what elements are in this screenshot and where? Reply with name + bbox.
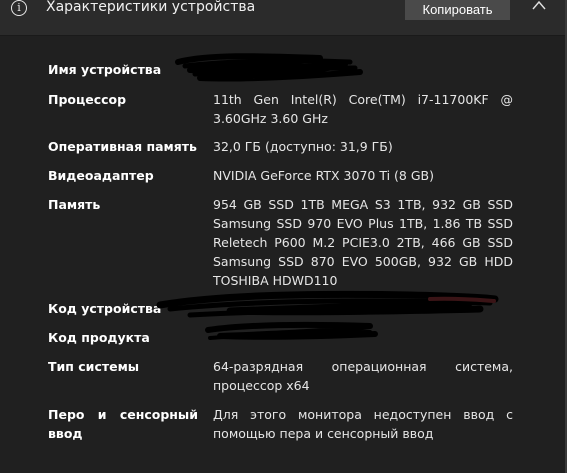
section-title: Характеристики устройства <box>46 0 256 15</box>
specs-header[interactable]: i Характеристики устройства Копировать <box>0 0 567 36</box>
spec-value[interactable]: NVIDIA GeForce RTX 3070 Ti (8 GB) <box>213 166 513 185</box>
copy-button[interactable]: Копировать <box>405 0 510 20</box>
spec-value-line: Samsung SSD 970 EVO Plus 1TB, 1.86 TB SS… <box>213 216 513 231</box>
spec-label: Память <box>48 197 101 212</box>
spec-label: Оперативная память <box>48 139 197 154</box>
spec-label: Код устройства <box>48 301 162 316</box>
chevron-up-icon[interactable] <box>531 0 547 11</box>
spec-label-line: Перо и сенсорный <box>48 407 198 422</box>
spec-value-line: 64-разрядная операционная система, <box>213 359 513 374</box>
spec-value-line: 3.60GHz 3.60 GHz <box>213 111 328 126</box>
info-icon: i <box>11 0 27 16</box>
spec-value[interactable]: 64-разрядная операционная система, проце… <box>213 357 513 395</box>
spec-value-line: помощью пера и сенсорный ввод <box>213 426 434 441</box>
spec-label: Тип системы <box>48 359 140 374</box>
spec-value[interactable]: 954 GB SSD 1TB MEGA S3 1TB, 932 GB SSD S… <box>213 195 513 290</box>
spec-value-line: TOSHIBA HDWD110 <box>213 273 338 288</box>
device-specs-panel: i Характеристики устройства Копировать И… <box>0 0 567 473</box>
spec-value[interactable]: Для этого монитора недоступен ввод с пом… <box>213 405 513 443</box>
spec-value-line: Для этого монитора недоступен ввод с <box>213 407 513 422</box>
spec-value[interactable]: 32,0 ГБ (доступно: 31,9 ГБ) <box>213 137 513 156</box>
spec-label: Перо и сенсорный ввод <box>48 405 198 443</box>
spec-label: Процессор <box>48 92 127 107</box>
spec-value[interactable]: 11th Gen Intel(R) Core(TM) i7-11700KF @ … <box>213 90 513 128</box>
spec-label: Видеоадаптер <box>48 168 154 183</box>
spec-value-line: Reletech P600 M.2 PCIE3.0 2TB, 466 GB SS… <box>213 235 513 250</box>
spec-value-line: 11th Gen Intel(R) Core(TM) i7-11700KF @ <box>213 92 513 107</box>
spec-value-line: Samsung SSD 870 EVO 500GB, 932 GB HDD <box>213 254 513 269</box>
spec-label-line: ввод <box>48 426 83 441</box>
spec-value-line: 954 GB SSD 1TB MEGA S3 1TB, 932 GB SSD <box>213 197 513 212</box>
spec-value-line: процессор x64 <box>213 378 310 393</box>
redaction-scribble-product-id <box>205 321 378 340</box>
spec-label: Код продукта <box>48 330 150 345</box>
spec-label: Имя устройства <box>48 62 162 77</box>
